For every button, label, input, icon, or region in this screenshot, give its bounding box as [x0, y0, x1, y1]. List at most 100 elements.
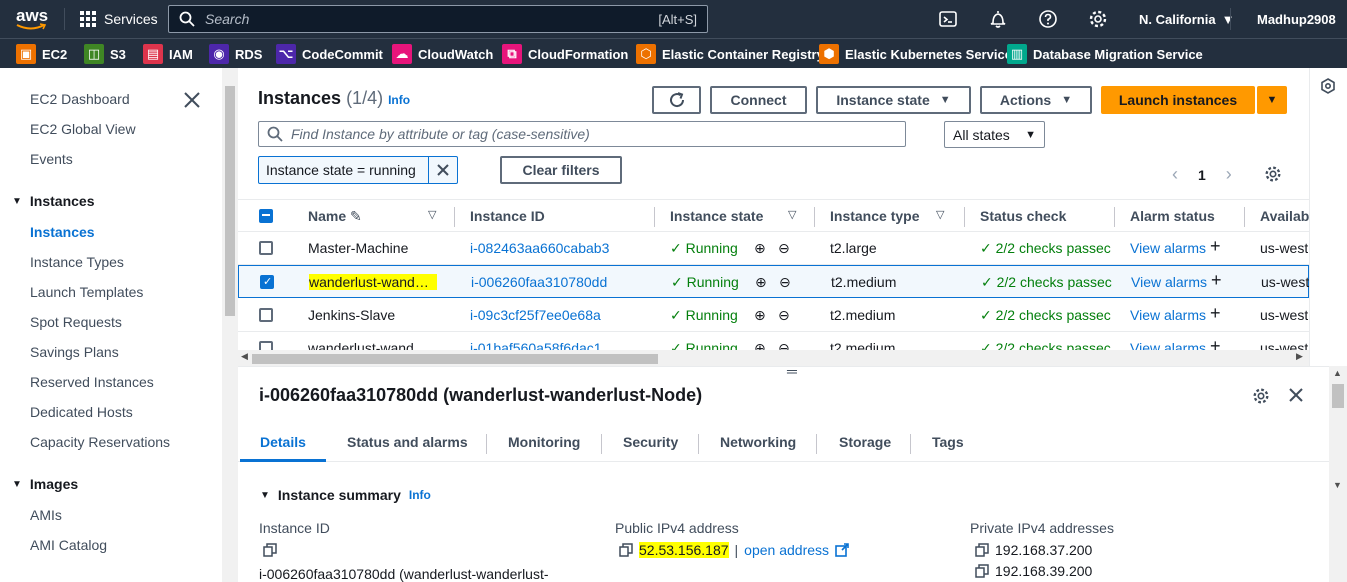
column-availability-zone[interactable]: Availab [1260, 208, 1309, 224]
external-link-icon[interactable] [835, 543, 849, 557]
sidebar-item-reserved-instances[interactable]: Reserved Instances [30, 374, 154, 390]
instance-id-link[interactable]: i-006260faa310780dd [471, 274, 607, 290]
tab-tags[interactable]: Tags [932, 434, 964, 450]
resize-handle-icon[interactable]: ═ [787, 367, 797, 379]
clear-filters-button[interactable]: Clear filters [500, 156, 622, 184]
tab-storage[interactable]: Storage [839, 434, 891, 450]
copy-icon[interactable] [619, 543, 633, 557]
sidebar-item-instances[interactable]: Instances [30, 224, 95, 240]
region-selector[interactable]: N. California ▼ [1139, 0, 1234, 38]
account-menu[interactable]: Madhup2908 [1257, 0, 1336, 38]
favorite-cloudwatch[interactable]: ☁ CloudWatch [392, 43, 493, 65]
column-instance-state[interactable]: Instance state [670, 208, 763, 224]
zoom-in-icon[interactable]: ⊕ [755, 274, 767, 291]
services-menu-button[interactable]: Services [80, 0, 158, 38]
favorite-codecommit[interactable]: ⌥ CodeCommit [276, 43, 383, 65]
favorite-ec2[interactable]: ▣ EC2 [16, 43, 67, 65]
favorite-eks[interactable]: ⬢ Elastic Kubernetes Service [819, 43, 1012, 65]
tab-details[interactable]: Details [260, 434, 306, 450]
column-status-check[interactable]: Status check [980, 208, 1066, 224]
plus-icon[interactable]: + [1210, 303, 1221, 324]
chevron-left-icon[interactable]: ‹ [1172, 164, 1178, 185]
tab-status-and-alarms[interactable]: Status and alarms [347, 434, 468, 450]
favorite-ecr[interactable]: ⬡ Elastic Container Registry [636, 43, 824, 65]
info-link[interactable]: Info [409, 488, 431, 502]
sidebar-item-amis[interactable]: AMIs [30, 507, 62, 523]
chevron-right-icon[interactable]: › [1226, 164, 1232, 185]
sidebar-item-spot-requests[interactable]: Spot Requests [30, 314, 122, 330]
instance-id-link[interactable]: i-082463aa660cabab3 [470, 240, 609, 256]
bell-icon[interactable] [988, 9, 1008, 29]
sidebar-item-ec2-global-view[interactable]: EC2 Global View [30, 121, 136, 137]
table-row[interactable]: Jenkins-Slave i-09c3cf25f7ee0e68a ✓ Runn… [238, 299, 1309, 332]
scrollbar-thumb[interactable] [252, 354, 658, 364]
aws-logo[interactable]: aws [16, 6, 50, 32]
global-search[interactable]: [Alt+S] [168, 5, 708, 33]
view-alarms-link[interactable]: View alarms [1131, 274, 1207, 290]
plus-icon[interactable]: + [1210, 236, 1221, 257]
sidebar-item-launch-templates[interactable]: Launch Templates [30, 284, 143, 300]
instance-filter[interactable] [258, 121, 906, 147]
tab-security[interactable]: Security [623, 434, 678, 450]
column-alarm-status[interactable]: Alarm status [1130, 208, 1215, 224]
help-icon[interactable] [1038, 9, 1058, 29]
info-link[interactable]: Info [388, 93, 410, 107]
filter-input[interactable] [283, 126, 905, 142]
cloudshell-icon[interactable] [938, 9, 958, 29]
sidebar-item-ec2-dashboard[interactable]: EC2 Dashboard [30, 91, 130, 107]
search-input[interactable] [195, 11, 659, 27]
scrollbar-thumb[interactable] [1332, 384, 1344, 408]
sidebar-item-dedicated-hosts[interactable]: Dedicated Hosts [30, 404, 133, 420]
favorite-cloudformation[interactable]: ⧉ CloudFormation [502, 43, 628, 65]
actions-button[interactable]: Actions ▼ [980, 86, 1092, 114]
filter-caret-icon[interactable]: ▽ [428, 208, 436, 221]
filter-caret-icon[interactable]: ▽ [788, 208, 796, 221]
table-settings-icon[interactable] [1264, 165, 1282, 183]
launch-instances-dropdown[interactable]: ▼ [1257, 86, 1287, 114]
page-number[interactable]: 1 [1198, 167, 1206, 183]
open-address-link[interactable]: open address [744, 542, 829, 558]
refresh-button[interactable] [652, 86, 701, 114]
scroll-up-icon[interactable]: ▲ [1333, 368, 1342, 378]
favorite-s3[interactable]: ◫ S3 [84, 43, 126, 65]
zoom-out-icon[interactable]: ⊖ [778, 240, 790, 257]
remove-filter-button[interactable] [429, 157, 457, 183]
scroll-down-icon[interactable]: ▼ [1333, 480, 1342, 490]
zoom-out-icon[interactable]: ⊖ [778, 307, 790, 324]
copy-icon[interactable] [975, 543, 989, 557]
scroll-right-icon[interactable]: ▶ [1296, 351, 1303, 362]
column-instance-type[interactable]: Instance type [830, 208, 919, 224]
instance-summary-heading[interactable]: ▼ Instance summary Info [260, 487, 431, 503]
scroll-left-icon[interactable]: ◀ [241, 351, 248, 362]
sidebar-item-events[interactable]: Events [30, 151, 73, 167]
filter-caret-icon[interactable]: ▽ [936, 208, 944, 221]
sidebar-item-capacity-reservations[interactable]: Capacity Reservations [30, 434, 170, 450]
close-icon[interactable] [182, 90, 202, 110]
table-horizontal-scrollbar[interactable]: ◀ ▶ [238, 350, 1309, 366]
scrollbar-thumb[interactable] [225, 86, 235, 316]
favorite-rds[interactable]: ◉ RDS [209, 43, 262, 65]
sidebar-section-images[interactable]: ▼ Images [12, 476, 78, 492]
row-checkbox[interactable] [259, 241, 273, 255]
table-row[interactable]: Master-Machine i-082463aa660cabab3 ✓ Run… [238, 232, 1309, 265]
row-checkbox[interactable] [259, 308, 273, 322]
column-name[interactable]: Name ✎ [308, 208, 362, 225]
view-alarms-link[interactable]: View alarms [1130, 307, 1206, 323]
tab-monitoring[interactable]: Monitoring [508, 434, 580, 450]
row-checkbox[interactable]: ✓ [260, 275, 274, 289]
select-all-checkbox[interactable] [259, 209, 273, 223]
gear-icon[interactable] [1088, 9, 1108, 29]
launch-instances-button[interactable]: Launch instances [1101, 86, 1255, 114]
filter-token-label[interactable]: Instance state = running [259, 157, 429, 183]
zoom-in-icon[interactable]: ⊕ [754, 307, 766, 324]
tab-networking[interactable]: Networking [720, 434, 796, 450]
instance-id-copy[interactable] [263, 543, 277, 557]
sidebar-item-savings-plans[interactable]: Savings Plans [30, 344, 119, 360]
sidebar-section-instances[interactable]: ▼ Instances [12, 193, 95, 209]
table-row-selected[interactable]: ✓ wanderlust-wand… i-006260faa310780dd ✓… [238, 265, 1309, 298]
state-select[interactable]: All states ▼ [944, 121, 1045, 148]
zoom-in-icon[interactable]: ⊕ [754, 240, 766, 257]
sidebar-item-ami-catalog[interactable]: AMI Catalog [30, 537, 107, 553]
column-instance-id[interactable]: Instance ID [470, 208, 545, 224]
sidebar-item-instance-types[interactable]: Instance Types [30, 254, 124, 270]
